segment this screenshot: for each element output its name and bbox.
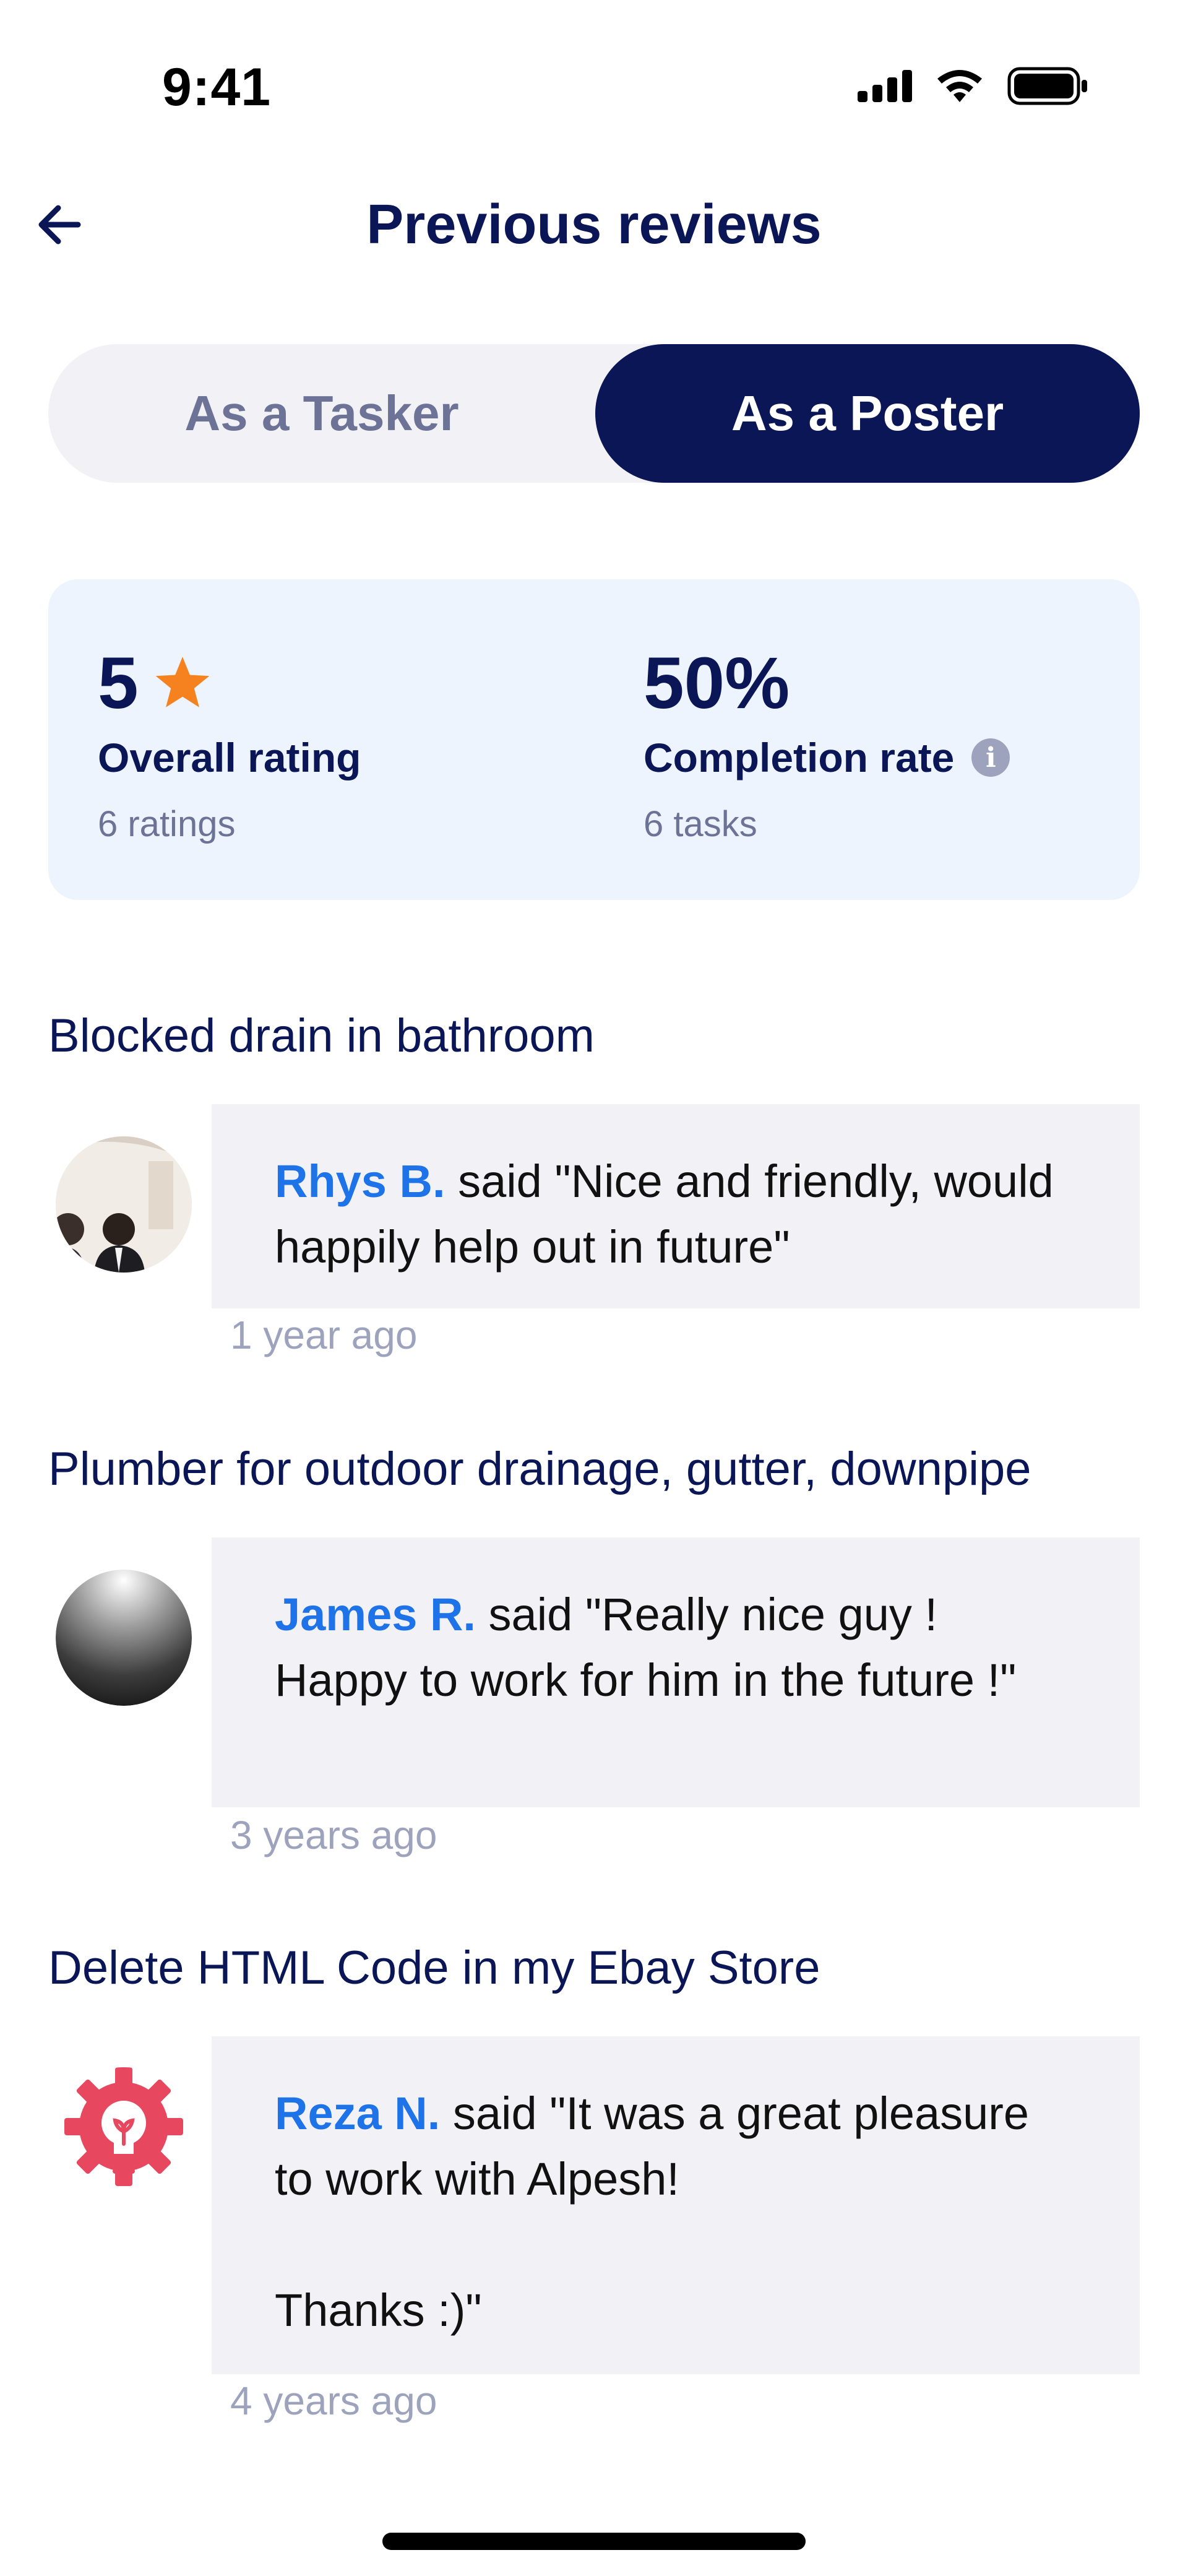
star-icon [155, 657, 209, 707]
review-time: 4 years ago [230, 2379, 437, 2423]
rating-label: Overall rating [98, 735, 361, 780]
completion-count: 6 tasks [644, 804, 757, 844]
rating-count: 6 ratings [98, 804, 236, 844]
gear-lightbulb-logo-icon [56, 2067, 192, 2203]
reviewer-name[interactable]: Rhys B. [275, 1156, 446, 1207]
review-task-title[interactable]: Blocked drain in bathroom [48, 1009, 595, 1063]
completion-value: 50% [644, 642, 790, 724]
status-icons [858, 67, 1089, 105]
review-time: 1 year ago [230, 1313, 418, 1357]
reviewer-name[interactable]: James R. [275, 1589, 476, 1640]
tab-as-tasker[interactable]: As a Tasker [48, 344, 595, 483]
review-time: 3 years ago [230, 1813, 437, 1857]
completion-label: Completion rate [644, 735, 955, 780]
reviewer-name[interactable]: Reza N. [275, 2088, 440, 2139]
info-icon[interactable]: i [971, 738, 1010, 777]
home-indicator[interactable] [382, 2533, 806, 2550]
role-segmented-control: As a Tasker As a Poster [48, 344, 1140, 483]
avatar[interactable] [56, 1136, 192, 1273]
status-bar: 9:41 [0, 0, 1188, 155]
completion-label-row: Completion rate i [644, 734, 1010, 781]
avatar[interactable] [56, 2067, 192, 2203]
wifi-icon [937, 70, 982, 102]
avatar[interactable] [56, 1570, 192, 1706]
review-task-title[interactable]: Delete HTML Code in my Ebay Store [48, 1941, 820, 1995]
tab-as-poster[interactable]: As a Poster [595, 344, 1140, 483]
battery-icon [1007, 67, 1087, 105]
review-bubble: Rhys B. said "Nice and friendly, would h… [212, 1104, 1140, 1308]
stats-card: 5 Overall rating 6 ratings 50% Completio… [48, 579, 1140, 900]
review-task-title[interactable]: Plumber for outdoor drainage, gutter, do… [48, 1442, 1031, 1496]
cellular-signal-icon [858, 70, 912, 102]
review-bubble: Reza N. said "It was a great pleasure to… [212, 2036, 1140, 2374]
status-time: 9:41 [162, 58, 272, 117]
page-title: Previous reviews [366, 194, 822, 256]
avatar-gradient-sphere [56, 1570, 192, 1706]
avatar-photo [56, 1136, 192, 1273]
rating-value: 5 [98, 642, 139, 724]
review-bubble: James R. said "Really nice guy ! Happy t… [212, 1537, 1140, 1807]
rating-value-row: 5 [98, 641, 213, 725]
